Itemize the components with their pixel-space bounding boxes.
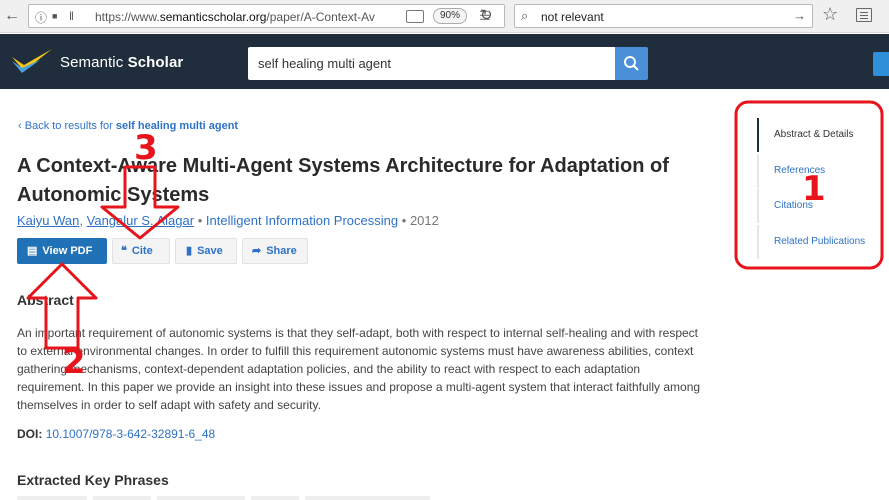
abstract-heading: Abstract: [17, 292, 74, 308]
doi-label: DOI:: [17, 427, 43, 441]
meta-separator: •: [197, 213, 203, 228]
bookmark-icon: ▮: [186, 245, 193, 257]
share-label: Share: [266, 245, 297, 257]
site-search-button[interactable]: [615, 47, 648, 80]
go-arrow-icon[interactable]: →: [793, 8, 806, 23]
abstract-text: An important requirement of autonomic sy…: [17, 326, 701, 412]
pdf-icon: ▤: [27, 245, 38, 257]
site-search-input[interactable]: self healing multi agent: [248, 47, 616, 80]
header-menu-button[interactable]: [873, 52, 889, 76]
browser-search-input[interactable]: ⌕ not relevant →: [514, 4, 813, 28]
key-phrase-chip[interactable]: [157, 496, 245, 500]
cite-button[interactable]: ❝ Cite: [112, 238, 170, 264]
quote-icon: ❝: [121, 245, 127, 257]
key-phrase-chip[interactable]: [93, 496, 151, 500]
logo-text[interactable]: Semantic Scholar: [60, 54, 183, 71]
logo-text-light: Semantic: [60, 54, 124, 71]
chevron-left-icon: ‹: [18, 120, 22, 132]
doi-line: DOI: 10.1007/978-3-642-32891-6_48: [17, 427, 215, 441]
browser-search-value: not relevant: [541, 10, 604, 24]
url-path: /paper/A-Context-Av: [266, 10, 375, 24]
paper-meta: Kaiyu Wan, Vangalur S. Alagar • Intellig…: [17, 213, 439, 228]
annotation-label-1: 1: [802, 169, 826, 209]
author-link[interactable]: Kaiyu Wan: [17, 213, 79, 228]
search-icon: [624, 56, 639, 71]
author-separator: ,: [79, 213, 84, 228]
side-nav-related-publications[interactable]: Related Publications: [757, 225, 877, 259]
share-button[interactable]: ➦ Share: [242, 238, 308, 264]
url-bar[interactable]: ⓘ ■ ‖ https://www.semanticscholar.org/pa…: [28, 4, 505, 28]
annotation-label-2: 2: [62, 342, 86, 382]
logo-icon[interactable]: [10, 47, 54, 77]
venue-link[interactable]: Intelligent Information Processing: [206, 213, 398, 228]
site-header: Semantic Scholar self healing multi agen…: [0, 34, 889, 89]
cite-label: Cite: [131, 245, 153, 257]
tracking-icon[interactable]: ‖: [69, 9, 74, 23]
reload-icon[interactable]: ↻: [480, 6, 493, 24]
browser-toolbar: ← ⓘ ■ ‖ https://www.semanticscholar.org/…: [0, 0, 889, 33]
info-icon[interactable]: ⓘ: [35, 9, 47, 26]
url-prefix: https://www.: [95, 10, 160, 24]
save-label: Save: [197, 245, 223, 257]
paper-year: 2012: [409, 213, 439, 228]
paper-title: A Context-Aware Multi-Agent Systems Arch…: [17, 155, 669, 206]
side-nav-abstract-details[interactable]: Abstract & Details: [757, 118, 877, 152]
lock-icon: ■: [52, 11, 58, 21]
library-icon[interactable]: [856, 8, 872, 22]
site-search-value: self healing multi agent: [258, 56, 391, 71]
search-icon: ⌕: [521, 8, 529, 23]
annotation-label-3: 3: [134, 128, 158, 168]
back-prefix: Back to results for: [24, 120, 113, 132]
key-phrase-chip[interactable]: [305, 496, 430, 500]
save-button[interactable]: ▮ Save: [175, 238, 237, 264]
key-phrase-chip[interactable]: [17, 496, 87, 500]
url-domain: semanticscholar.org: [159, 10, 267, 24]
back-arrow-icon[interactable]: ←: [2, 6, 22, 26]
doi-link[interactable]: 10.1007/978-3-642-32891-6_48: [46, 427, 215, 441]
url-text[interactable]: https://www.semanticscholar.org/paper/A-…: [95, 10, 405, 24]
key-phrase-chip[interactable]: [251, 496, 299, 500]
view-pdf-button[interactable]: ▤ View PDF: [17, 238, 107, 264]
author-link[interactable]: Vangalur S. Alagar: [87, 213, 194, 228]
reader-view-icon[interactable]: [406, 10, 424, 23]
zoom-level[interactable]: 90%: [433, 8, 467, 24]
star-icon[interactable]: ☆: [822, 4, 838, 25]
share-icon: ➦: [252, 245, 262, 257]
logo-text-bold: Scholar: [127, 54, 184, 71]
view-pdf-label: View PDF: [42, 245, 93, 257]
key-phrases-heading: Extracted Key Phrases: [17, 472, 169, 488]
back-to-results-link[interactable]: ‹ Back to results for self healing multi…: [18, 120, 238, 132]
meta-separator: •: [401, 213, 407, 228]
